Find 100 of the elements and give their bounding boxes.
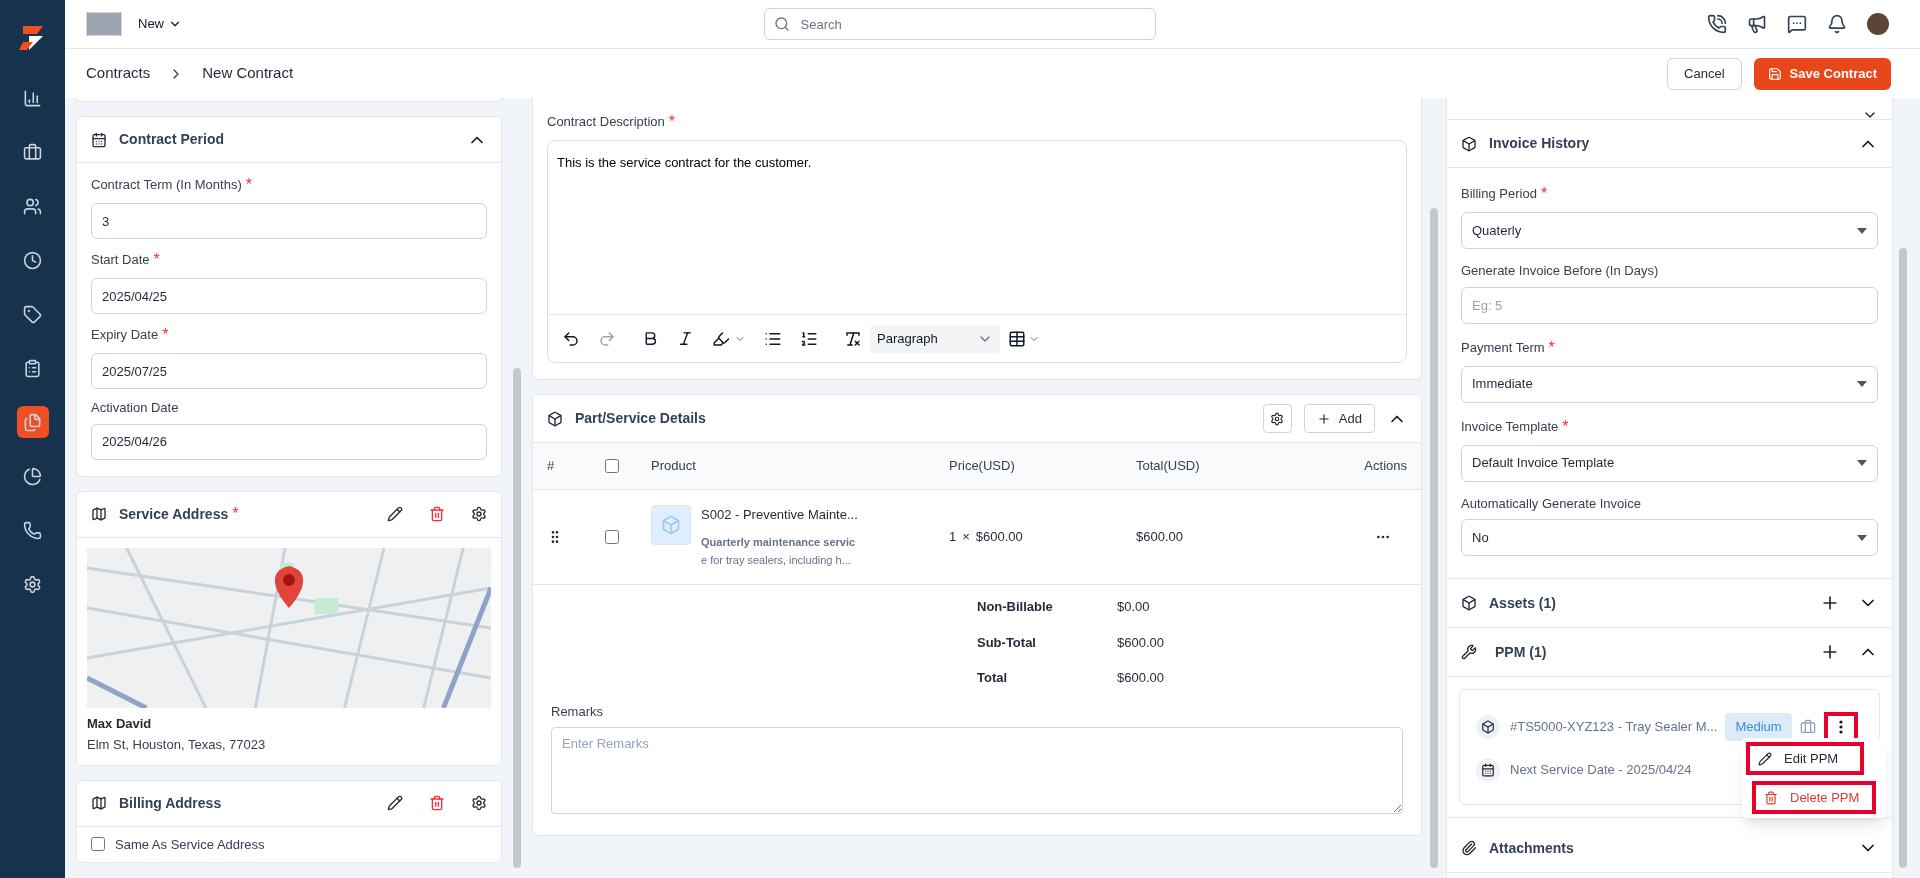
cube-icon: [1461, 135, 1477, 152]
select-field[interactable]: Default Invoice Template: [1461, 444, 1878, 482]
column-header: Product: [651, 457, 697, 476]
block-format-dropdown[interactable]: Paragraph: [870, 324, 1000, 353]
product-description: Quarterly maintenance service for tray sealers, including h...: [701, 534, 857, 568]
required-mark: *: [1540, 184, 1548, 204]
column-header: Price(USD): [949, 457, 1016, 476]
input-field[interactable]: 2025/04/26: [91, 423, 487, 460]
section-title: Assets (1): [1489, 593, 1557, 613]
chat-icon[interactable]: [1787, 14, 1807, 34]
sidebar-item[interactable]: [16, 406, 49, 438]
asset-name: #TS5000-XYZ123 - Tray Sealer M...: [1510, 718, 1718, 737]
photo-placeholder: [86, 12, 122, 36]
checkbox[interactable]: [91, 837, 105, 852]
summary-value: $600.00: [1117, 633, 1164, 652]
settings-icon[interactable]: [471, 795, 487, 811]
clipboard-icon: [23, 358, 42, 378]
table-icon[interactable]: [1008, 329, 1040, 348]
clock-icon: [23, 250, 42, 270]
input-field[interactable]: 3: [91, 203, 487, 239]
numbered-list-icon[interactable]: [800, 329, 818, 348]
total-text: $600.00: [1136, 528, 1184, 547]
card-title: Billing Address: [119, 793, 222, 813]
kebab-icon: [1838, 720, 1843, 734]
card-title: Contract Period: [119, 130, 225, 149]
section-title: Attachments: [1489, 838, 1575, 858]
edit-icon[interactable]: [387, 506, 403, 522]
cancel-button[interactable]: Cancel: [1667, 57, 1742, 90]
required-mark: *: [162, 325, 169, 345]
select-field[interactable]: Quaterly: [1461, 212, 1878, 249]
clear-format-icon[interactable]: [844, 329, 862, 348]
field-label: Payment Term: [1461, 338, 1545, 357]
input-field[interactable]: 2025/07/25: [91, 353, 487, 389]
field-label: Billing Period: [1461, 185, 1537, 204]
bar-chart-icon: [23, 88, 42, 108]
caret-icon: [1857, 381, 1867, 387]
remarks-field[interactable]: Enter Remarks: [551, 727, 1403, 814]
product-thumbnail: [651, 505, 691, 546]
highlighter-icon[interactable]: [712, 329, 746, 348]
select-field[interactable]: Immediate: [1461, 365, 1878, 403]
breadcrumb-link[interactable]: Contracts: [86, 62, 151, 85]
save-contract-button[interactable]: Save Contract: [1753, 57, 1891, 90]
paperclip-icon: [1461, 840, 1477, 856]
rich-text-editor[interactable]: This is the service contract for the customer. Paragraph: [547, 140, 1407, 363]
add-button[interactable]: Add: [1303, 404, 1375, 433]
caret-icon: [1857, 460, 1867, 466]
required-mark: *: [1548, 337, 1555, 358]
editor-text: This is the service contract for the customer.: [548, 141, 1406, 315]
summary-label: Total: [977, 669, 1009, 687]
edit-icon[interactable]: [387, 795, 403, 811]
select-all-checkbox[interactable]: [605, 459, 619, 473]
delete-icon[interactable]: [429, 506, 445, 522]
input-field[interactable]: Eg: 5: [1461, 286, 1878, 324]
map-icon: [91, 506, 107, 522]
settings-button[interactable]: [1262, 404, 1292, 433]
required-mark: *: [668, 112, 675, 132]
files-icon: [23, 412, 42, 432]
undo-icon[interactable]: [562, 329, 580, 348]
avatar[interactable]: [1867, 13, 1889, 35]
settings-icon[interactable]: [471, 506, 487, 522]
summary-label: Sub-Total: [977, 633, 1037, 652]
column-header: #: [547, 457, 556, 476]
search-icon: [773, 16, 790, 32]
required-mark: *: [1562, 416, 1569, 437]
phone-icon[interactable]: [1707, 14, 1727, 34]
users-icon: [23, 196, 42, 216]
megaphone-icon[interactable]: [1747, 14, 1767, 34]
settings-icon: [23, 574, 42, 594]
required-mark: *: [232, 504, 239, 524]
input-field[interactable]: 2025/04/25: [91, 278, 487, 314]
multiply-sign: ×: [962, 528, 970, 547]
next-service-date: Next Service Date - 2025/04/24: [1510, 761, 1692, 780]
trash-icon: [1764, 790, 1778, 805]
settings-icon: [1270, 411, 1285, 426]
field-label: Invoice Template: [1461, 417, 1559, 436]
delete-icon[interactable]: [429, 795, 445, 811]
calendar-icon: [1476, 758, 1500, 782]
notification-icon[interactable]: [1827, 14, 1847, 34]
summary-label: Non-Billable: [977, 598, 1054, 616]
briefcase-icon: [23, 142, 42, 162]
italic-icon[interactable]: [677, 330, 694, 347]
edit-menu-item[interactable]: Edit PPM: [1746, 742, 1864, 775]
row-checkbox[interactable]: [605, 530, 619, 544]
save-icon: [1767, 66, 1782, 81]
field-label: Remarks: [551, 702, 604, 721]
calendar-icon: [91, 131, 107, 148]
delete-menu-item[interactable]: Delete PPM: [1752, 781, 1876, 814]
workspace-dropdown[interactable]: New: [138, 14, 182, 34]
priority-badge: Medium: [1725, 713, 1792, 741]
search-field[interactable]: Search: [763, 8, 1156, 40]
price-text: $600.00: [975, 528, 1023, 547]
section-title: PPM (1): [1495, 642, 1548, 662]
caret-icon: [1857, 534, 1867, 541]
cube-icon: [547, 410, 563, 427]
field-label: Activation Date: [91, 399, 179, 417]
card-title: Service Address: [119, 504, 229, 524]
required-mark: *: [153, 250, 160, 270]
required-mark: *: [245, 175, 252, 195]
checkbox-label: Same As Service Address: [115, 835, 265, 854]
select-field[interactable]: No: [1461, 519, 1878, 556]
